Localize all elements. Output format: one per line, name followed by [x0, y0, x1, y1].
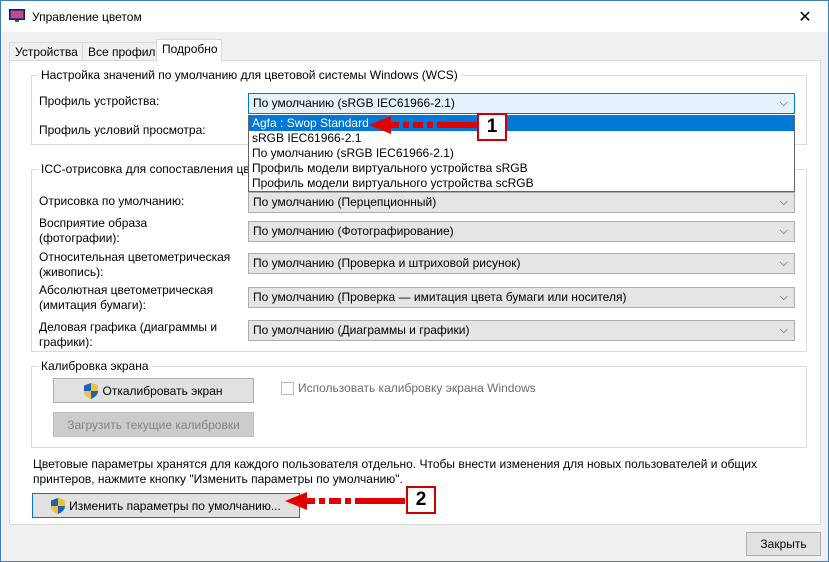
- chevron-down-icon: ⌵: [779, 291, 788, 303]
- combo-value: По умолчанию (Фотографирование): [253, 224, 454, 238]
- business-graphics-combo[interactable]: По умолчанию (Диаграммы и графики) ⌵: [248, 320, 795, 341]
- title-bar: Управление цветом ✕: [1, 1, 828, 32]
- tab-advanced[interactable]: Подробно: [156, 39, 222, 62]
- device-profile-combo[interactable]: По умолчанию (sRGB IEC61966-2.1) ⌵: [248, 93, 795, 114]
- combo-value: По умолчанию (Перцепционный): [253, 195, 437, 209]
- relative-colorimetric-combo[interactable]: По умолчанию (Проверка и штриховой рисун…: [248, 253, 795, 274]
- tab-devices[interactable]: Устройства: [9, 42, 83, 61]
- change-defaults-button[interactable]: Изменить параметры по умолчанию...: [32, 493, 300, 518]
- icc-row-label: Относительная цветометрическая (живопись…: [39, 250, 231, 279]
- calibrate-display-label: Откалибровать экран: [102, 383, 223, 398]
- dropdown-option[interactable]: sRGB IEC61966-2.1: [249, 131, 794, 146]
- icc-row-label: Деловая графика (диаграммы и графики):: [39, 320, 218, 349]
- dropdown-option[interactable]: Профиль модели виртуального устройства s…: [249, 161, 794, 176]
- icc-group-title: ICC-отрисовка для сопоставления цве: [38, 162, 260, 176]
- uac-shield-icon: [84, 382, 99, 399]
- use-windows-calibration-label: Использовать калибровку экрана Windows: [298, 381, 536, 395]
- annotation-badge-1: 1: [477, 113, 507, 141]
- close-window-button[interactable]: ✕: [782, 1, 828, 32]
- chevron-down-icon: ⌵: [779, 97, 788, 109]
- chevron-down-icon: ⌵: [779, 324, 788, 336]
- calibrate-display-button[interactable]: Откалибровать экран: [53, 378, 254, 403]
- window-title: Управление цветом: [32, 10, 142, 24]
- dropdown-option[interactable]: Профиль модели виртуального устройства s…: [249, 176, 794, 191]
- wcs-group-title: Настройка значений по умолчанию для цвет…: [38, 68, 461, 82]
- close-button-label: Закрыть: [760, 537, 807, 551]
- combo-value: По умолчанию (Проверка — имитация цвета …: [253, 290, 627, 304]
- chevron-down-icon: ⌵: [779, 196, 788, 208]
- device-profile-label: Профиль устройства:: [39, 94, 160, 108]
- chevron-down-icon: ⌵: [779, 225, 788, 237]
- dropdown-option[interactable]: По умолчанию (sRGB IEC61966-2.1): [249, 146, 794, 161]
- annotation-arrow-2: [285, 492, 405, 510]
- tab-all-profiles[interactable]: Все профили: [82, 42, 162, 61]
- perceptual-combo[interactable]: По умолчанию (Фотографирование) ⌵: [248, 221, 795, 242]
- icc-row-label: Восприятие образа (фотографии):: [39, 216, 148, 245]
- icc-row-label: Отрисовка по умолчанию:: [39, 194, 185, 208]
- chevron-down-icon: ⌵: [779, 257, 788, 269]
- calibration-group-title: Калибровка экрана: [38, 359, 152, 373]
- annotation-badge-2: 2: [406, 486, 436, 514]
- dropdown-option[interactable]: Agfa : Swop Standard: [249, 116, 794, 131]
- settings-note: Цветовые параметры хранятся для каждого …: [33, 457, 757, 486]
- load-calibrations-button[interactable]: Загрузить текущие калибровки: [53, 412, 254, 437]
- change-defaults-label: Изменить параметры по умолчанию...: [69, 498, 281, 513]
- use-windows-calibration-checkbox[interactable]: [281, 382, 294, 395]
- device-profile-dropdown: Agfa : Swop Standard sRGB IEC61966-2.1 П…: [248, 115, 795, 192]
- viewing-conditions-label: Профиль условий просмотра:: [39, 123, 206, 137]
- monitor-icon: [9, 9, 25, 22]
- load-calibrations-label: Загрузить текущие калибровки: [67, 417, 240, 432]
- absolute-colorimetric-combo[interactable]: По умолчанию (Проверка — имитация цвета …: [248, 287, 795, 308]
- close-button[interactable]: Закрыть: [746, 532, 821, 556]
- device-profile-value: По умолчанию (sRGB IEC61966-2.1): [253, 96, 455, 110]
- default-rendering-combo[interactable]: По умолчанию (Перцепционный) ⌵: [248, 192, 795, 213]
- color-management-window: Управление цветом ✕ Устройства Все профи…: [0, 0, 829, 562]
- uac-shield-icon: [51, 497, 66, 514]
- icc-row-label: Абсолютная цветометрическая (имитация бу…: [39, 283, 214, 312]
- combo-value: По умолчанию (Диаграммы и графики): [253, 323, 470, 337]
- combo-value: По умолчанию (Проверка и штриховой рисун…: [253, 256, 521, 270]
- annotation-arrow-1: [369, 116, 477, 134]
